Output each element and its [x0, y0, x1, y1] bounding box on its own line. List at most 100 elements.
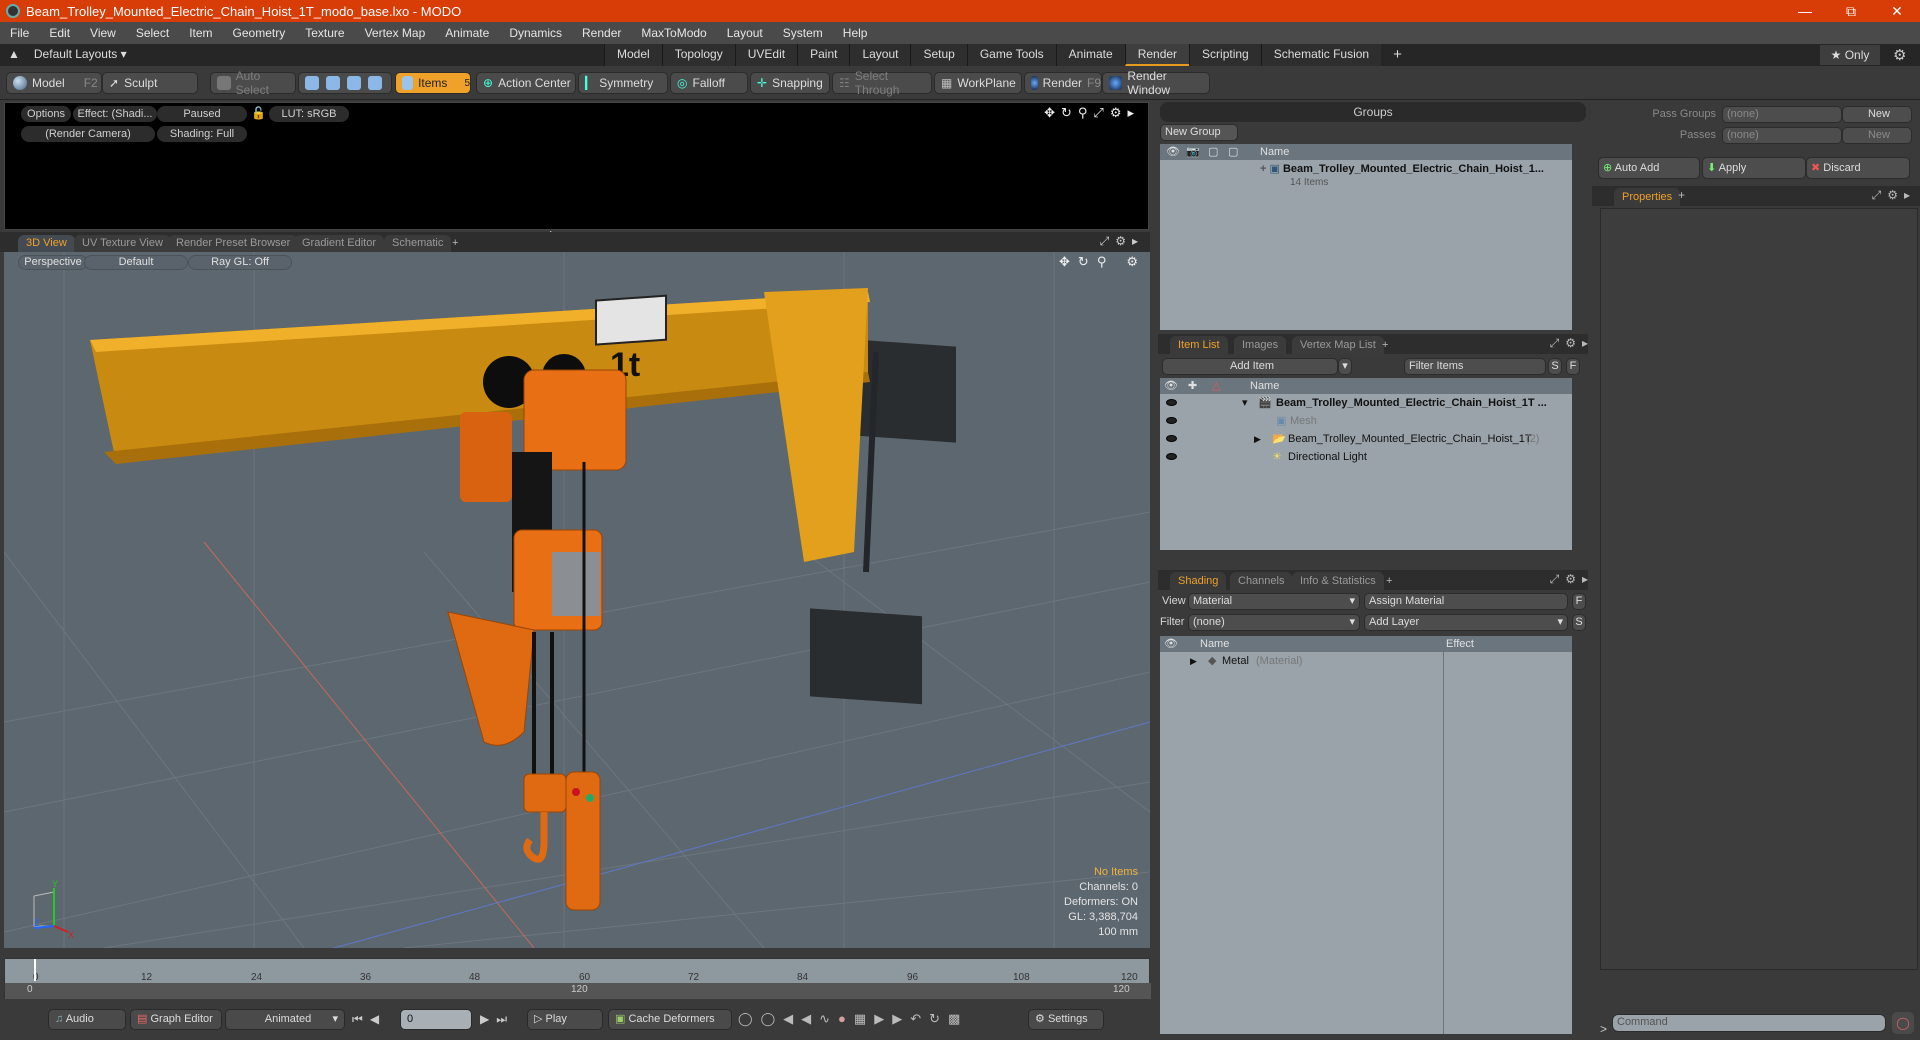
- gear-icon[interactable]: ⚙: [1115, 234, 1126, 249]
- render-window-button[interactable]: Render Window: [1102, 69, 1210, 97]
- maximize-icon[interactable]: ⤢: [1550, 336, 1560, 351]
- maximize-icon[interactable]: ⤢: [1093, 105, 1103, 121]
- auto-add-button[interactable]: ⊕ Auto Add: [1598, 157, 1700, 179]
- materials-mode-icon[interactable]: [368, 76, 382, 90]
- filter-items-input[interactable]: Filter Items: [1404, 358, 1546, 375]
- tab-gradient-editor[interactable]: Gradient Editor: [294, 235, 384, 252]
- add-item-dropdown[interactable]: ▾: [1338, 358, 1352, 375]
- menu-help[interactable]: Help: [833, 26, 878, 40]
- lut-dropdown[interactable]: LUT: sRGB: [269, 106, 349, 122]
- f-button[interactable]: F: [1566, 358, 1580, 375]
- menu-texture[interactable]: Texture: [295, 26, 354, 40]
- go-to-start-icon[interactable]: ⏮: [352, 1012, 363, 1027]
- next-key-icon[interactable]: ▶: [480, 1012, 489, 1027]
- tab-uvedit[interactable]: UVEdit: [734, 44, 798, 66]
- curve-key-icon[interactable]: ∿: [819, 1011, 830, 1027]
- go-to-end-icon[interactable]: ⏭: [496, 1012, 507, 1027]
- gear-icon[interactable]: ⚙: [1565, 572, 1576, 587]
- tab-shading[interactable]: Shading: [1170, 572, 1227, 590]
- unlock-icon[interactable]: 🔓: [251, 106, 266, 120]
- sculpt-button[interactable]: ➚ Sculpt: [102, 72, 198, 94]
- pass-groups-dropdown[interactable]: (none): [1722, 106, 1842, 123]
- maximize-icon[interactable]: ⤢: [1100, 234, 1110, 249]
- redo-key-icon[interactable]: ↻: [929, 1011, 940, 1027]
- tab-game-tools[interactable]: Game Tools: [966, 44, 1056, 66]
- render-camera-dropdown[interactable]: (Render Camera): [21, 126, 155, 142]
- list-item[interactable]: ▶ 📂 Beam_Trolley_Mounted_Electric_Chain_…: [1160, 430, 1572, 448]
- expand-triangle-icon[interactable]: ▶: [1254, 430, 1261, 448]
- visibility-icon[interactable]: [1166, 453, 1177, 460]
- add-tab-button[interactable]: +: [1381, 44, 1414, 66]
- frame-input[interactable]: 0: [400, 1009, 472, 1030]
- auto-key-icon[interactable]: ▦: [854, 1011, 866, 1027]
- zoom-icon[interactable]: ⚲: [1097, 254, 1107, 270]
- animated-dropdown[interactable]: Animated ▾: [225, 1009, 345, 1030]
- assign-material-button[interactable]: Assign Material: [1364, 593, 1568, 610]
- expand-arrow-icon[interactable]: ▸: [1904, 188, 1910, 203]
- discard-button[interactable]: ✖ Discard: [1806, 157, 1910, 179]
- next-key-frame-icon[interactable]: ▶: [892, 1011, 902, 1027]
- tab-item-list[interactable]: Item List: [1170, 336, 1228, 354]
- workplane-button[interactable]: ▦ WorkPlane: [934, 72, 1022, 94]
- gear-icon[interactable]: ⚙: [1565, 336, 1576, 351]
- prev-frame-icon[interactable]: ◀: [783, 1011, 793, 1027]
- list-item[interactable]: ▾ 🎬 Beam_Trolley_Mounted_Electric_Chain_…: [1160, 394, 1572, 412]
- tab-setup[interactable]: Setup: [910, 44, 967, 66]
- style-dropdown[interactable]: Default: [84, 255, 188, 270]
- menu-edit[interactable]: Edit: [39, 26, 80, 40]
- tab-topology[interactable]: Topology: [661, 44, 735, 66]
- record-icon[interactable]: ●: [838, 1011, 846, 1027]
- tab-render[interactable]: Render: [1124, 44, 1190, 66]
- tab-scripting[interactable]: Scripting: [1189, 44, 1261, 66]
- expand-arrow-icon[interactable]: ▸: [1582, 336, 1588, 351]
- list-item[interactable]: ☀ Directional Light: [1160, 448, 1572, 466]
- s-button[interactable]: S: [1548, 358, 1562, 375]
- select-through-button[interactable]: ☷ Select Through: [832, 69, 932, 97]
- next-frame-icon[interactable]: ▶: [874, 1011, 884, 1027]
- minimize-button[interactable]: —: [1782, 0, 1828, 22]
- tab-images[interactable]: Images: [1234, 336, 1287, 354]
- undo-key-icon[interactable]: ↶: [910, 1011, 921, 1027]
- polygons-mode-icon[interactable]: [347, 76, 361, 90]
- upload-key-icon[interactable]: ◯: [738, 1011, 753, 1027]
- apply-button[interactable]: ⬇ Apply: [1702, 157, 1806, 179]
- add-tab-button[interactable]: +: [1374, 336, 1396, 354]
- edges-mode-icon[interactable]: [326, 76, 340, 90]
- add-tab-button[interactable]: +: [1378, 572, 1400, 590]
- close-button[interactable]: ✕: [1874, 0, 1920, 22]
- menu-item[interactable]: Item: [179, 26, 222, 40]
- s-button[interactable]: S: [1572, 614, 1586, 631]
- new-pass-group-button[interactable]: New: [1842, 106, 1912, 123]
- expand-arrow-icon[interactable]: ▸: [1127, 105, 1134, 121]
- menu-render[interactable]: Render: [572, 26, 631, 40]
- menu-animate[interactable]: Animate: [435, 26, 499, 40]
- rotate-icon[interactable]: ↻: [1078, 254, 1089, 270]
- tab-vertex-map-list[interactable]: Vertex Map List: [1292, 336, 1384, 354]
- menu-layout[interactable]: Layout: [717, 26, 773, 40]
- gear-icon[interactable]: ⚙: [1887, 188, 1898, 203]
- pan-icon[interactable]: ✥: [1044, 105, 1055, 121]
- timeline[interactable]: 0 12 24 36 48 60 72 84 96 108 120 0 120 …: [4, 958, 1151, 999]
- tab-schematic[interactable]: Schematic: [384, 235, 452, 252]
- f-button[interactable]: F: [1572, 593, 1586, 610]
- zoom-icon[interactable]: ⚲: [1078, 105, 1088, 121]
- paused-button[interactable]: Paused: [157, 106, 247, 122]
- tab-render-preset-browser[interactable]: Render Preset Browser: [168, 235, 299, 252]
- command-input[interactable]: Command: [1612, 1014, 1886, 1032]
- tab-layout[interactable]: Layout: [849, 44, 911, 66]
- gear-icon[interactable]: ⚙: [1893, 46, 1906, 64]
- menu-system[interactable]: System: [773, 26, 833, 40]
- add-layer-dropdown[interactable]: Add Layer ▾: [1364, 614, 1568, 631]
- menu-maxtomodo[interactable]: MaxToModo: [631, 26, 716, 40]
- default-layouts-dropdown[interactable]: Default Layouts ▾: [34, 47, 127, 61]
- render-button[interactable]: Render F9: [1024, 72, 1102, 94]
- tab-properties[interactable]: Properties: [1614, 188, 1681, 206]
- auto-select-button[interactable]: Auto Select: [210, 69, 296, 97]
- settings-button[interactable]: ⚙ Settings: [1028, 1009, 1104, 1030]
- expand-arrow-icon[interactable]: ▸: [1132, 234, 1138, 249]
- expand-arrow-icon[interactable]: ▸: [1582, 572, 1588, 587]
- items-mode-button[interactable]: Items 5: [395, 72, 471, 94]
- download-key-icon[interactable]: ◯: [761, 1011, 776, 1027]
- menu-view[interactable]: View: [80, 26, 126, 40]
- add-viewport-tab-button[interactable]: +: [444, 235, 466, 252]
